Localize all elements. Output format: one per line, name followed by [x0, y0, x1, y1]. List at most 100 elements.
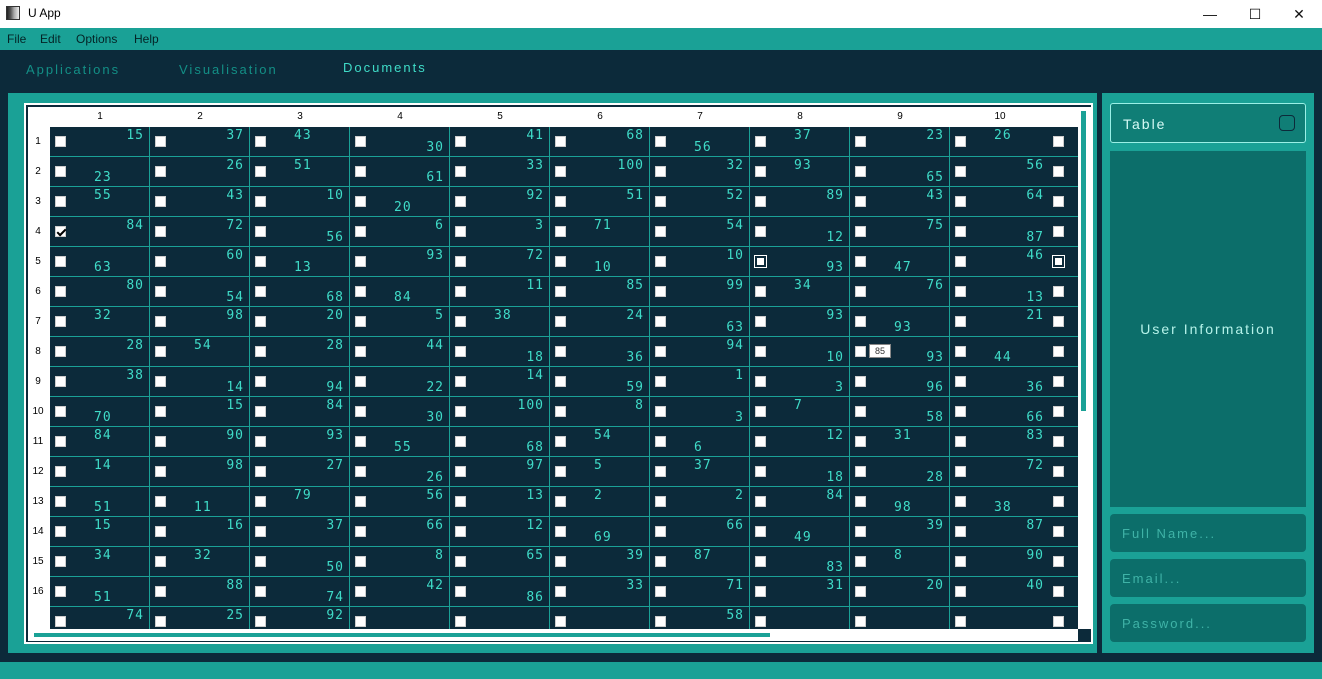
table-cell[interactable]: 23 — [50, 157, 150, 187]
table-cell[interactable]: 30 — [350, 397, 450, 427]
cell-checkbox[interactable] — [555, 136, 566, 147]
table-cell[interactable]: 70 — [50, 397, 150, 427]
menu-options[interactable]: Options — [76, 32, 117, 46]
cell-checkbox[interactable] — [355, 196, 366, 207]
cell-checkbox[interactable] — [555, 226, 566, 237]
cell-checkbox[interactable] — [255, 196, 266, 207]
cell-checkbox[interactable] — [655, 586, 666, 597]
cell-checkbox[interactable] — [455, 436, 466, 447]
table-cell[interactable]: 79 — [250, 487, 350, 517]
cell-checkbox[interactable] — [155, 616, 166, 627]
row-trailing-cell[interactable] — [1048, 397, 1078, 427]
cell-checkbox[interactable] — [555, 256, 566, 267]
table-cell[interactable]: 12 — [750, 427, 850, 457]
table-cell[interactable]: 41 — [450, 127, 550, 157]
table-cell[interactable]: 51 — [50, 577, 150, 607]
table-cell[interactable]: 34 — [750, 277, 850, 307]
table-cell[interactable]: 71 — [550, 217, 650, 247]
cell-checkbox[interactable] — [355, 226, 366, 237]
cell-checkbox[interactable] — [955, 526, 966, 537]
row-trailing-cell[interactable] — [1048, 187, 1078, 217]
cell-checkbox[interactable] — [855, 436, 866, 447]
table-cell[interactable]: 13 — [250, 247, 350, 277]
cell-checkbox[interactable] — [355, 316, 366, 327]
row-header[interactable]: 8 — [28, 346, 48, 357]
cell-checkbox[interactable] — [855, 346, 866, 357]
table-cell[interactable]: 56 — [350, 487, 450, 517]
table-cell[interactable]: 31 — [850, 427, 950, 457]
table-cell[interactable]: 44 — [950, 337, 1050, 367]
table-cell[interactable]: 5 — [550, 457, 650, 487]
table-cell[interactable]: 93 — [750, 247, 850, 277]
table-cell[interactable]: 18 — [750, 457, 850, 487]
table-cell[interactable]: 98 — [150, 307, 250, 337]
table-cell[interactable]: 54 — [150, 277, 250, 307]
cell-checkbox[interactable] — [455, 196, 466, 207]
table-cell[interactable]: 94 — [650, 337, 750, 367]
table-cell[interactable]: 28 — [850, 457, 950, 487]
cell-checkbox[interactable] — [855, 406, 866, 417]
cell-checkbox[interactable] — [955, 466, 966, 477]
cell-checkbox[interactable] — [955, 286, 966, 297]
column-header[interactable]: 2 — [150, 111, 250, 122]
row-checkbox[interactable] — [1053, 226, 1064, 237]
table-cell[interactable]: 33 — [450, 157, 550, 187]
table-cell[interactable]: 6 — [350, 217, 450, 247]
table-cell[interactable]: 51 — [250, 157, 350, 187]
row-checkbox[interactable] — [1053, 316, 1064, 327]
cell-checkbox[interactable] — [655, 136, 666, 147]
cell-checkbox[interactable] — [955, 196, 966, 207]
table-cell[interactable]: 61 — [350, 157, 450, 187]
table-cell[interactable]: 46 — [950, 247, 1050, 277]
table-cell[interactable]: 10 — [750, 337, 850, 367]
cell-checkbox[interactable] — [255, 256, 266, 267]
row-trailing-cell[interactable] — [1048, 607, 1078, 629]
cell-checkbox[interactable] — [355, 526, 366, 537]
table-cell[interactable]: 87 — [650, 547, 750, 577]
tab-visualisation[interactable]: Visualisation — [179, 62, 278, 77]
cell-checkbox[interactable] — [455, 346, 466, 357]
table-cell[interactable]: 7 — [750, 397, 850, 427]
table-cell[interactable] — [950, 607, 1050, 629]
row-trailing-cell[interactable] — [1048, 217, 1078, 247]
column-header[interactable]: 5 — [450, 111, 550, 122]
cell-checkbox[interactable] — [455, 406, 466, 417]
table-cell[interactable]: 14 — [450, 367, 550, 397]
cell-checkbox[interactable] — [155, 166, 166, 177]
table-cell[interactable]: 87 — [950, 217, 1050, 247]
cell-checkbox[interactable] — [355, 406, 366, 417]
table-cell[interactable]: 26 — [150, 157, 250, 187]
table-cell[interactable]: 96 — [850, 367, 950, 397]
row-header[interactable]: 5 — [28, 256, 48, 267]
cell-checkbox[interactable] — [755, 616, 766, 627]
table-cell[interactable]: 68 — [250, 277, 350, 307]
table-cell[interactable]: 39 — [850, 517, 950, 547]
table-cell[interactable]: 84 — [50, 217, 150, 247]
cell-checkbox[interactable] — [455, 586, 466, 597]
table-toggle-indicator[interactable] — [1279, 115, 1295, 131]
cell-checkbox[interactable] — [55, 196, 66, 207]
cell-checkbox[interactable] — [255, 616, 266, 627]
cell-checkbox[interactable] — [755, 556, 766, 567]
table-cell[interactable]: 36 — [550, 337, 650, 367]
row-header[interactable]: 3 — [28, 196, 48, 207]
password-field[interactable] — [1110, 604, 1306, 642]
table-cell[interactable]: 44 — [350, 337, 450, 367]
table-cell[interactable]: 39 — [550, 547, 650, 577]
table-cell[interactable]: 28 — [50, 337, 150, 367]
table-cell[interactable]: 55 — [50, 187, 150, 217]
cell-checkbox[interactable] — [955, 556, 966, 567]
row-trailing-cell[interactable] — [1048, 577, 1078, 607]
cell-checkbox[interactable] — [655, 256, 666, 267]
cell-checkbox[interactable] — [255, 436, 266, 447]
cell-checkbox[interactable] — [755, 136, 766, 147]
table-cell[interactable] — [450, 607, 550, 629]
column-header[interactable]: 3 — [250, 111, 350, 122]
menu-help[interactable]: Help — [134, 32, 159, 46]
row-checkbox[interactable] — [1053, 376, 1064, 387]
cell-checkbox[interactable] — [55, 496, 66, 507]
table-cell[interactable]: 8 — [850, 547, 950, 577]
cell-checkbox[interactable] — [855, 226, 866, 237]
table-cell[interactable]: 90 — [950, 547, 1050, 577]
cell-checkbox[interactable] — [555, 346, 566, 357]
